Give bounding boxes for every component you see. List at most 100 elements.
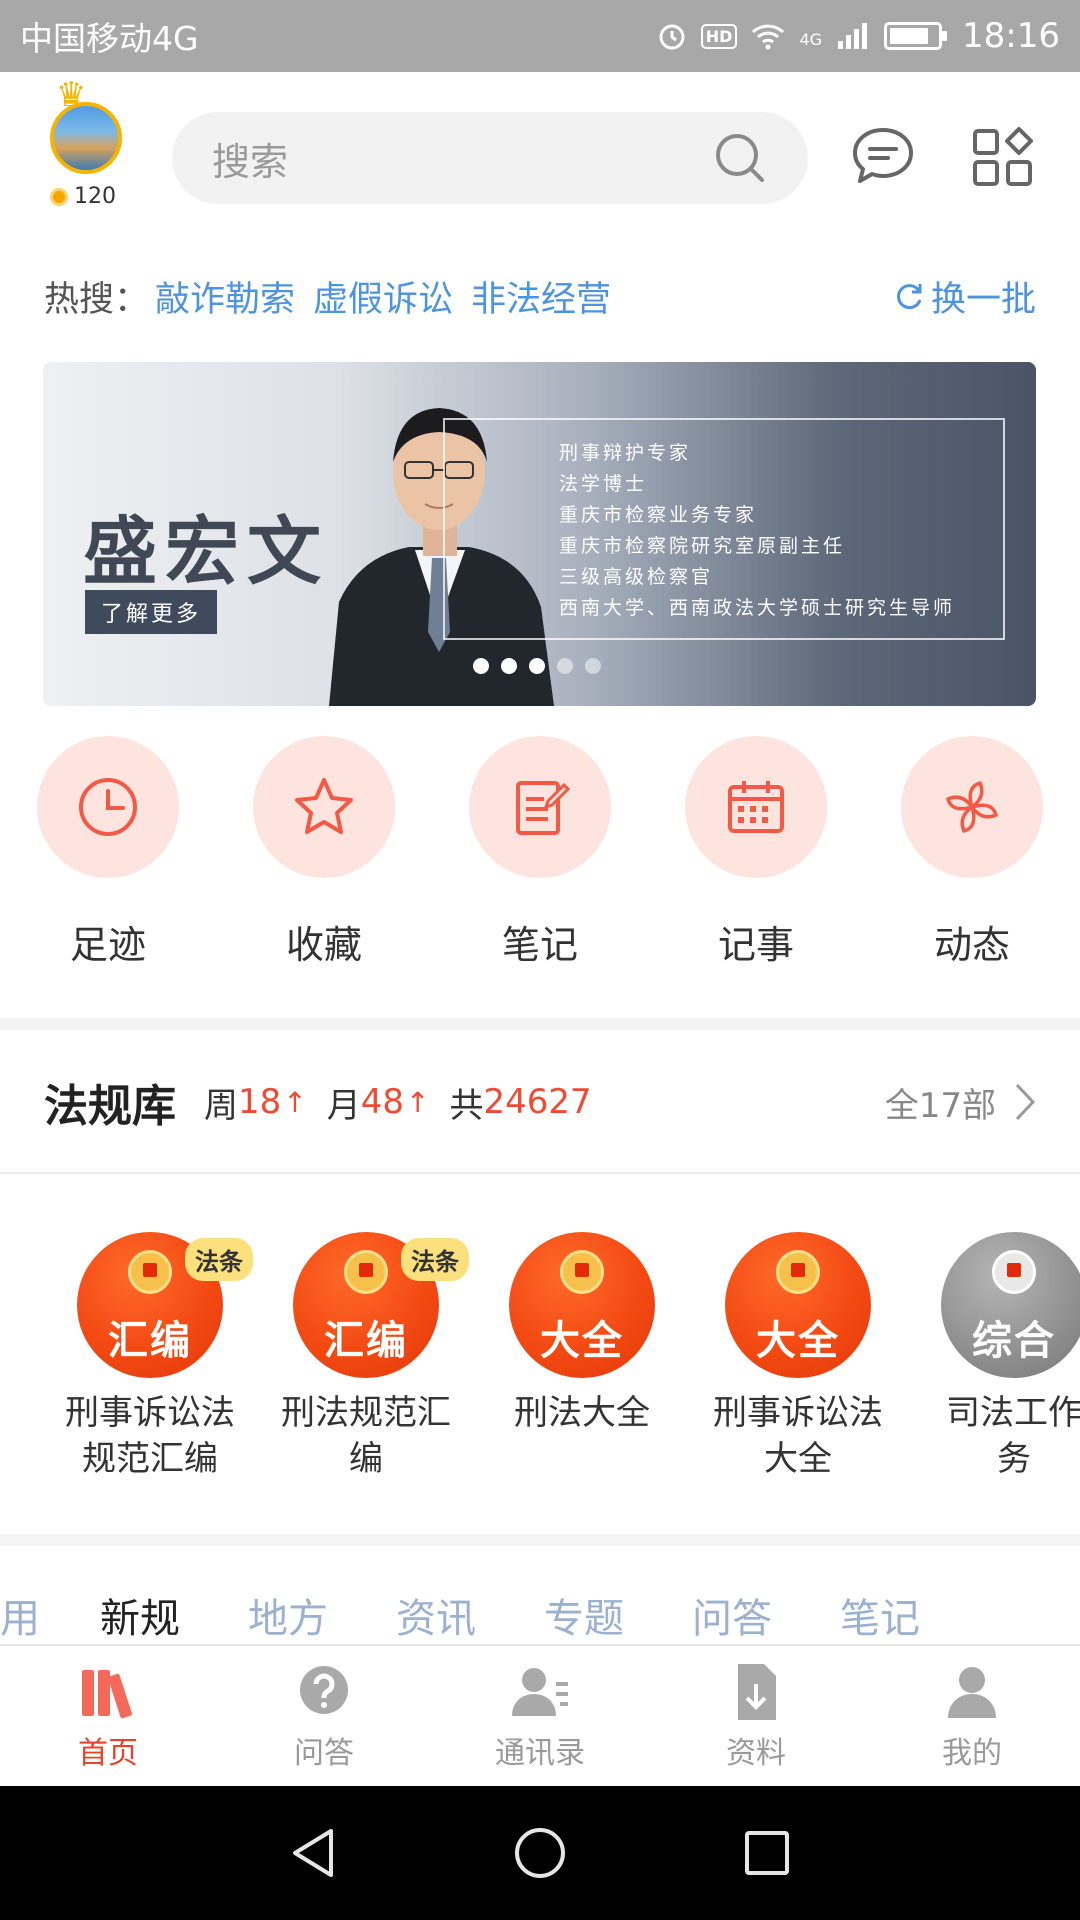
law-library-title: 法规库: [44, 1081, 176, 1132]
refresh-keywords-button[interactable]: 换一批: [893, 271, 1036, 322]
content-tabs: 用 新规 地方 资讯 专题 问答 笔记: [0, 1586, 1080, 1644]
nav-qa[interactable]: 问答: [216, 1646, 432, 1786]
book-item[interactable]: 大全 刑法大全: [482, 1226, 682, 1436]
carousel-dot[interactable]: [529, 658, 545, 674]
search-icon[interactable]: [712, 130, 768, 186]
nav-contacts[interactable]: 通讯录: [432, 1646, 648, 1786]
coin-icon: [50, 187, 68, 206]
home-icon[interactable]: [512, 1825, 568, 1881]
weekly-stat: 周 18 ↑: [204, 1078, 307, 1127]
carousel-dots: [473, 658, 601, 674]
book-title-line: 刑法大全: [514, 1393, 650, 1433]
book-title-line: 规范汇编: [82, 1439, 218, 1479]
icon-circle: [253, 736, 395, 878]
book-cover: 综合: [941, 1232, 1080, 1378]
question-icon: [300, 1666, 348, 1714]
back-icon[interactable]: [285, 1825, 341, 1881]
banner-credentials: 刑事辩护专家 法学博士 重庆市检察业务专家 重庆市检察院研究室原副主任 三级高级…: [559, 438, 955, 624]
clock-icon: [79, 778, 137, 836]
view-all-label: 全17部: [884, 1085, 996, 1126]
promo-banner[interactable]: 盛宏文 了解更多 刑事辩护专家 法学博士 重庆市检察业务专家 重庆市检察院研究室…: [43, 362, 1036, 706]
stat-label: 共: [449, 1085, 484, 1126]
credential-line: 西南大学、西南政法大学硕士研究生导师: [559, 597, 956, 619]
quick-nav-activity[interactable]: 动态: [872, 736, 1072, 969]
message-icon[interactable]: [850, 126, 916, 186]
clock-time: 18:16: [962, 16, 1060, 56]
credential-line: 三级高级检察官: [559, 566, 714, 588]
quick-nav-label: 动态: [933, 923, 1010, 967]
hot-keyword[interactable]: 敲诈勒索: [155, 271, 295, 322]
nav-label: 通讯录: [495, 1736, 585, 1771]
book-cover-text: 汇编: [108, 1318, 192, 1364]
book-item[interactable]: 综合 司法工作 务: [914, 1226, 1080, 1482]
book-cover: 汇编 法条: [77, 1232, 253, 1378]
arrow-up-icon: ↑: [283, 1085, 307, 1119]
signal-icon: [838, 23, 868, 49]
book-cover-text: 大全: [756, 1318, 840, 1364]
book-title: 刑法大全: [482, 1390, 682, 1436]
refresh-icon: [897, 284, 922, 310]
stat-label: 月: [326, 1085, 361, 1126]
carousel-dot[interactable]: [557, 658, 573, 674]
avatar: [50, 102, 122, 174]
national-emblem-icon: [560, 1250, 604, 1294]
system-nav-bar: [0, 1786, 1080, 1920]
quick-nav-label: 笔记: [501, 923, 578, 967]
hot-keyword[interactable]: 虚假诉讼: [313, 271, 453, 322]
download-file-icon: [738, 1664, 776, 1720]
book-title-line: 刑法规范汇: [281, 1393, 451, 1433]
carousel-dot[interactable]: [473, 658, 489, 674]
section-divider: [0, 1018, 1080, 1030]
book-title-line: 刑事诉讼法: [65, 1393, 235, 1433]
quick-nav-memo[interactable]: 记事: [656, 736, 856, 969]
book-cover-text: 综合: [972, 1318, 1056, 1364]
nav-label: 问答: [294, 1736, 354, 1771]
total-stat: 共 24627: [449, 1078, 591, 1127]
tab-local[interactable]: 地方: [248, 1586, 328, 1644]
learn-more-button[interactable]: 了解更多: [85, 590, 218, 634]
wifi-icon: [752, 24, 785, 50]
quick-nav-favorites[interactable]: 收藏: [224, 736, 424, 969]
tab-topics[interactable]: 专题: [544, 1586, 624, 1644]
nav-materials[interactable]: 资料: [648, 1646, 864, 1786]
view-all-button[interactable]: 全17部: [885, 1078, 1036, 1127]
book-cover-text: 大全: [540, 1318, 624, 1364]
search-bar[interactable]: 搜索: [172, 112, 808, 204]
recents-icon[interactable]: [739, 1825, 795, 1881]
book-item[interactable]: 大全 刑事诉讼法 大全: [698, 1226, 898, 1482]
book-cover: 大全: [725, 1232, 871, 1378]
book-title: 司法工作 务: [914, 1390, 1080, 1482]
tab-qa[interactable]: 问答: [692, 1586, 772, 1644]
book-title: 刑事诉讼法 大全: [698, 1390, 898, 1482]
tab-news[interactable]: 资讯: [396, 1586, 476, 1644]
stat-value: 18: [238, 1082, 282, 1122]
credential-line: 重庆市检察业务专家: [559, 504, 758, 526]
quick-nav-footprint[interactable]: 足迹: [8, 736, 208, 969]
national-emblem-icon: [344, 1250, 388, 1294]
hot-search-label: 热搜：: [44, 279, 150, 320]
pinwheel-icon: [946, 781, 998, 833]
icon-circle: [37, 736, 179, 878]
status-icons: HD 4G 18:16: [657, 16, 1060, 56]
carousel-dot[interactable]: [585, 658, 601, 674]
carousel-dot[interactable]: [501, 658, 517, 674]
tab-new-regulations[interactable]: 新规: [100, 1586, 180, 1644]
battery-icon: [884, 22, 948, 50]
tab-notes[interactable]: 笔记: [840, 1586, 920, 1644]
book-tag: 法条: [401, 1238, 469, 1281]
monthly-stat: 月 48 ↑: [327, 1078, 430, 1127]
apps-grid-icon[interactable]: [972, 126, 1034, 188]
national-emblem-icon: [128, 1250, 172, 1294]
banner-name: 盛宏文: [83, 509, 329, 595]
stat-label: 周: [204, 1085, 238, 1126]
book-item[interactable]: 汇编 法条 刑法规范汇 编: [266, 1226, 469, 1482]
arrow-up-icon: ↑: [406, 1085, 430, 1119]
book-item[interactable]: 汇编 法条 刑事诉讼法 规范汇编: [50, 1226, 253, 1482]
tab-item[interactable]: 用: [0, 1586, 40, 1644]
quick-nav-notes[interactable]: 笔记: [440, 736, 640, 969]
network-type: 4G: [799, 30, 823, 49]
quick-nav-label: 记事: [717, 923, 794, 967]
hot-keyword[interactable]: 非法经营: [471, 271, 611, 322]
nav-home[interactable]: 首页: [0, 1646, 216, 1786]
nav-mine[interactable]: 我的: [864, 1646, 1080, 1786]
